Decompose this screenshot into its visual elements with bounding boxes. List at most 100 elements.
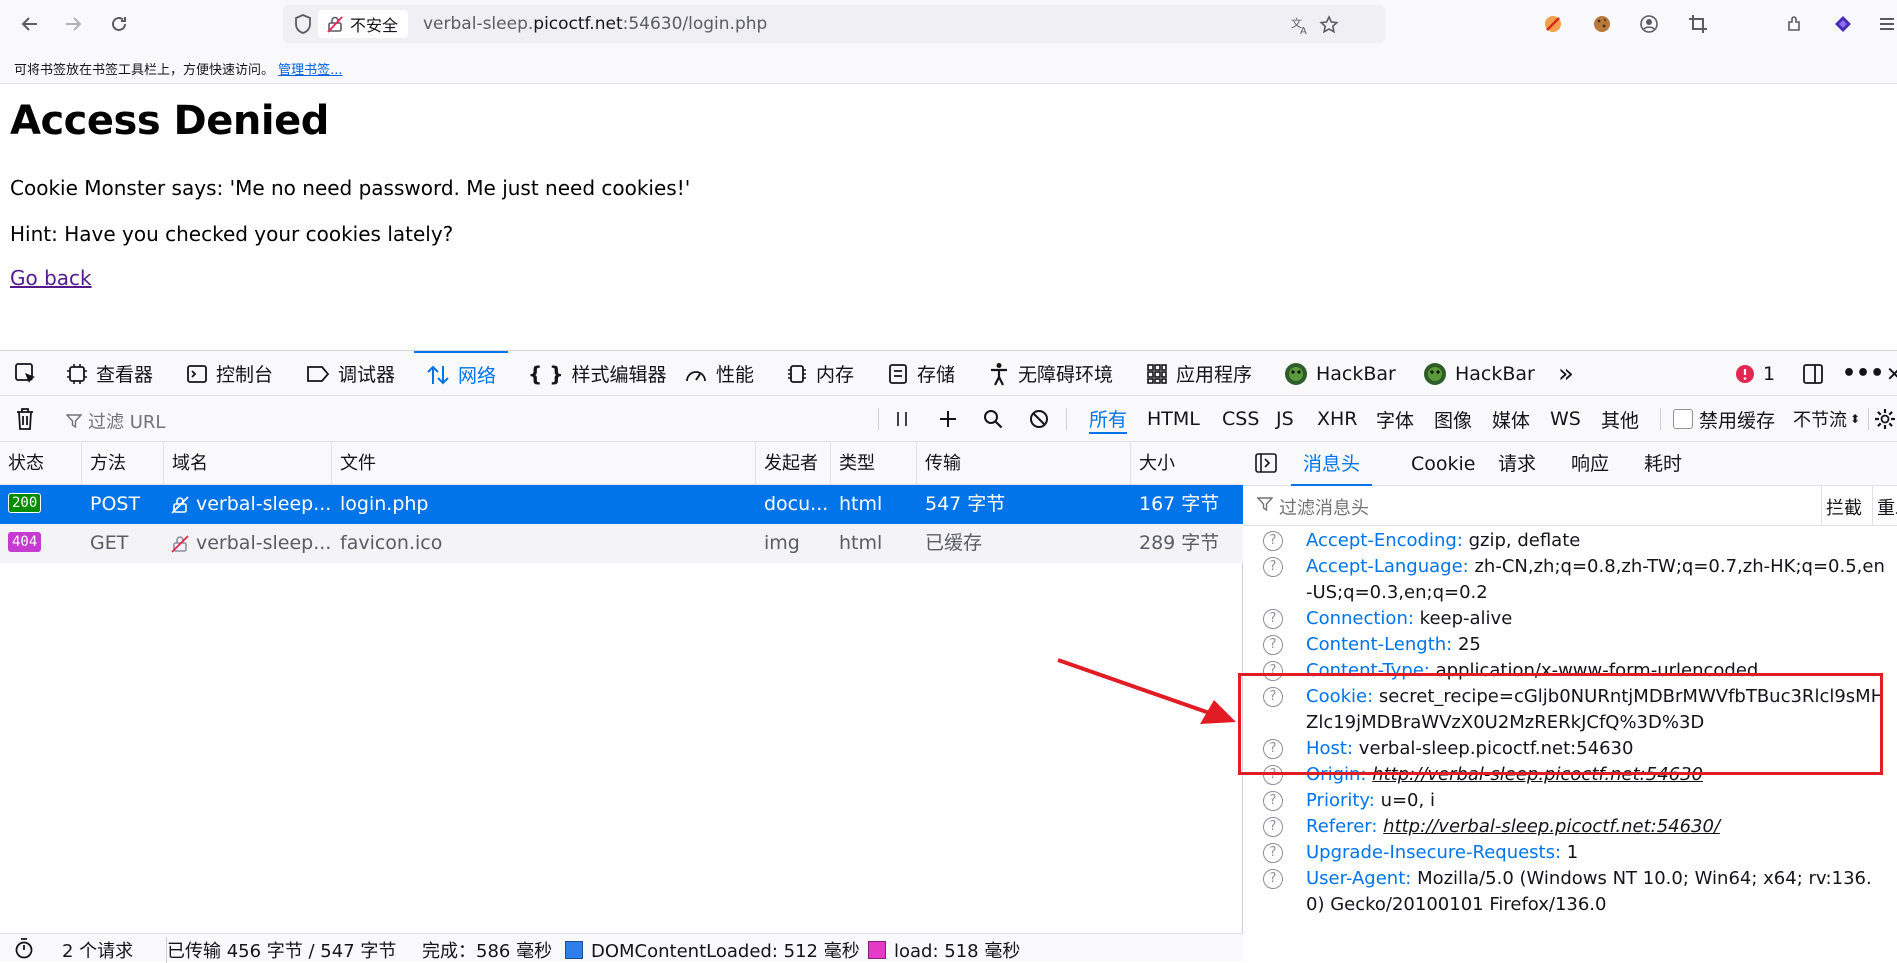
trash-icon[interactable] (14, 404, 36, 434)
url-filter-input[interactable]: 过滤 URL (66, 408, 165, 434)
help-icon[interactable]: ? (1263, 609, 1283, 629)
help-icon[interactable]: ? (1263, 869, 1283, 889)
tab-hackbar-1[interactable]: HackBar (1284, 351, 1396, 396)
header-link-value[interactable]: http://verbal-sleep.picoctf.net:54630/ (1383, 816, 1720, 837)
account-icon[interactable] (1636, 11, 1662, 37)
tab-hackbar-2[interactable]: HackBar (1423, 351, 1535, 396)
toggle-panel-icon[interactable] (1255, 453, 1277, 475)
error-count-badge[interactable]: 1 (1735, 351, 1775, 396)
method-cell: POST (90, 493, 141, 515)
translate-icon[interactable]: 文A (1289, 14, 1311, 36)
column-initiator[interactable]: 发起者 (756, 442, 831, 485)
tracking-protection-icon[interactable] (293, 13, 313, 35)
filter-all[interactable]: 所有 (1089, 404, 1128, 434)
reload-icon[interactable] (104, 10, 134, 38)
url-domain: picoctf.net (533, 14, 623, 34)
tab-timings[interactable]: 耗时 (1632, 442, 1694, 486)
screenshot-crop-icon[interactable] (1685, 11, 1711, 37)
tab-cookies[interactable]: Cookie (1399, 442, 1488, 486)
column-file[interactable]: 文件 (332, 442, 756, 485)
more-tabs-chevron-icon[interactable]: » (1558, 351, 1574, 396)
tab-request[interactable]: 请求 (1486, 442, 1548, 486)
filter-media[interactable]: 媒体 (1492, 404, 1530, 434)
extension-blocker-icon[interactable] (1540, 11, 1566, 37)
filter-html[interactable]: HTML (1147, 404, 1200, 434)
filter-ws[interactable]: WS (1550, 404, 1581, 434)
tab-debugger[interactable]: 调试器 (306, 351, 395, 396)
bookmark-star-icon[interactable] (1318, 14, 1340, 36)
checkbox-box (1673, 409, 1693, 429)
table-row[interactable]: 200 POST verbal-sleep.... login.php docu… (0, 485, 1243, 524)
back-icon[interactable] (15, 10, 45, 38)
dock-side-icon[interactable] (1802, 351, 1824, 396)
column-type[interactable]: 类型 (831, 442, 917, 485)
updown-icon: ⬍ (1850, 412, 1861, 426)
tab-response[interactable]: 响应 (1559, 442, 1621, 486)
purple-extension-icon[interactable] (1830, 11, 1856, 37)
add-request-icon[interactable] (938, 404, 958, 434)
more-options-icon[interactable]: ••• (1842, 351, 1884, 396)
filter-css[interactable]: CSS (1222, 404, 1259, 434)
tab-performance[interactable]: 性能 (684, 351, 754, 396)
tab-label: HackBar (1316, 362, 1396, 385)
svg-text:A: A (1300, 26, 1307, 35)
tab-storage[interactable]: 存储 (887, 351, 955, 396)
tab-application[interactable]: 应用程序 (1146, 351, 1252, 396)
headers-filter-input[interactable]: 过滤消息头 拦截 重发 (1243, 486, 1897, 526)
tab-network[interactable]: 网络 (414, 351, 509, 396)
block-button[interactable]: 拦截 (1826, 494, 1862, 520)
settings-gear-icon[interactable] (1874, 404, 1896, 434)
filter-fonts[interactable]: 字体 (1376, 404, 1414, 434)
header-key: Content-Length: (1306, 634, 1453, 655)
tab-headers[interactable]: 消息头 (1291, 442, 1373, 486)
transfer-cell: 已缓存 (925, 532, 983, 554)
table-row[interactable]: 404 GET verbal-sleep.... favicon.ico img… (0, 524, 1243, 563)
filter-js[interactable]: JS (1276, 404, 1294, 434)
close-devtools-icon[interactable]: ✕ (1886, 351, 1897, 396)
help-icon[interactable]: ? (1263, 843, 1283, 863)
grid-icon (1146, 363, 1168, 385)
help-icon[interactable]: ? (1263, 531, 1283, 551)
pause-icon[interactable] (893, 404, 911, 434)
divider (1868, 408, 1869, 430)
address-bar[interactable]: 不安全 verbal-sleep.picoctf.net:54630/login… (283, 5, 1385, 43)
element-picker-icon[interactable] (14, 351, 38, 396)
url-text[interactable]: verbal-sleep.picoctf.net:54630/login.php (423, 14, 767, 34)
extensions-icon[interactable] (1782, 11, 1808, 37)
column-size[interactable]: 大小 (1131, 442, 1243, 485)
go-back-link[interactable]: Go back (10, 266, 92, 290)
filter-other[interactable]: 其他 (1601, 404, 1639, 434)
tab-accessibility[interactable]: 无障碍环境 (988, 351, 1113, 396)
header-value: 1 (1566, 842, 1579, 863)
block-url-icon[interactable] (1029, 404, 1049, 434)
help-icon[interactable]: ? (1263, 791, 1283, 811)
app-menu-icon[interactable] (1874, 11, 1897, 37)
cookie-extension-icon[interactable] (1589, 11, 1615, 37)
filter-funnel-icon (1257, 496, 1273, 512)
tab-style-editor[interactable]: { } 样式编辑器 (528, 351, 666, 396)
stopwatch-icon[interactable] (14, 937, 34, 959)
filter-images[interactable]: 图像 (1434, 404, 1472, 434)
tab-label: 控制台 (216, 364, 274, 386)
column-transfer[interactable]: 传输 (917, 442, 1131, 485)
help-icon[interactable]: ? (1263, 635, 1283, 655)
disable-cache-checkbox[interactable]: 禁用缓存 (1673, 404, 1775, 434)
search-icon[interactable] (983, 404, 1003, 434)
hackbar-icon (1284, 362, 1308, 386)
resend-button[interactable]: 重发 (1877, 494, 1897, 520)
filter-xhr[interactable]: XHR (1317, 404, 1358, 434)
load-time: load: 518 毫秒 (868, 937, 1020, 963)
manage-bookmarks-link[interactable]: 管理书签... (278, 63, 342, 78)
help-icon[interactable]: ? (1263, 557, 1283, 577)
tab-console[interactable]: 控制台 (186, 351, 273, 396)
forward-icon[interactable] (58, 10, 88, 38)
column-method[interactable]: 方法 (82, 442, 164, 485)
help-icon[interactable]: ? (1263, 817, 1283, 837)
throttle-select[interactable]: 不节流 ⬍ (1793, 404, 1860, 434)
site-security-indicator[interactable]: 不安全 (318, 10, 409, 38)
tab-memory[interactable]: 内存 (786, 351, 854, 396)
column-status[interactable]: 状态 (0, 442, 82, 485)
tab-inspector[interactable]: 查看器 (66, 351, 153, 396)
column-domain[interactable]: 域名 (164, 442, 332, 485)
size-cell: 289 字节 (1139, 532, 1220, 554)
